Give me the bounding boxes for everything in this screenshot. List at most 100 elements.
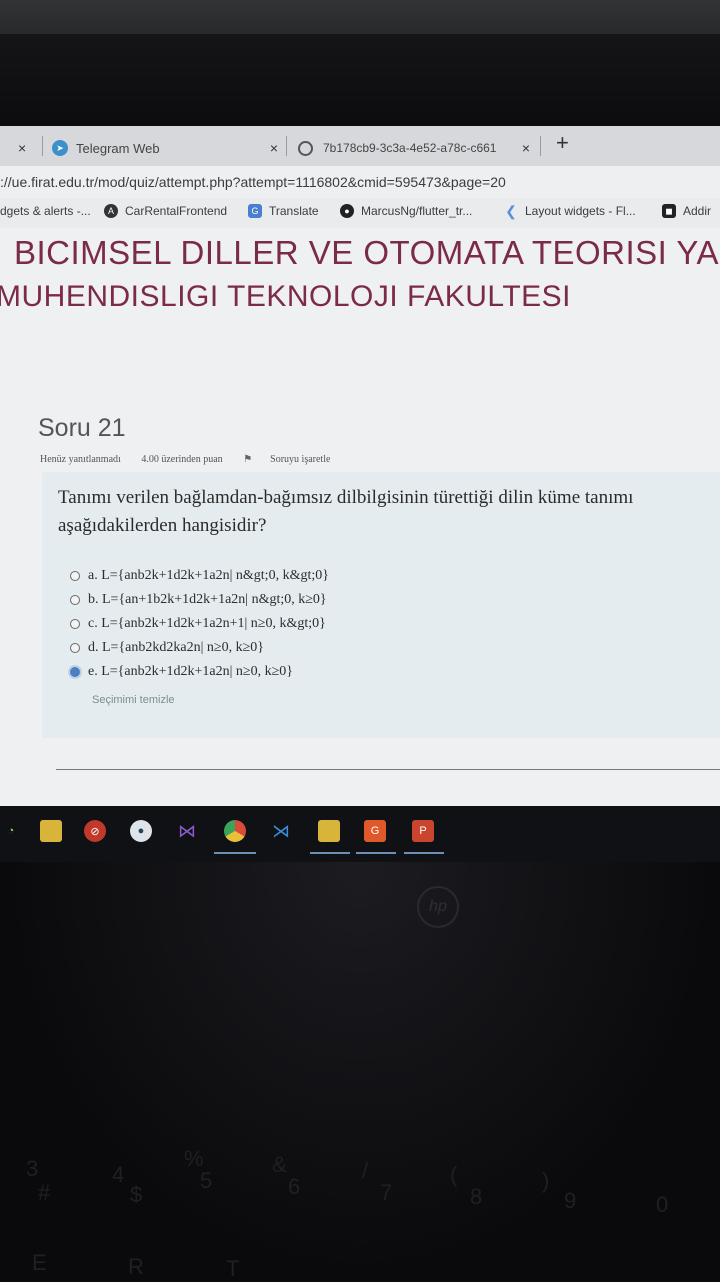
bookmarks-bar: dgets & alerts -... A CarRentalFrontend … bbox=[0, 198, 720, 229]
visual-studio-icon[interactable]: ⋈ bbox=[176, 820, 198, 842]
keyboard-key: 7 bbox=[380, 1180, 393, 1205]
radio-button-selected[interactable] bbox=[70, 667, 80, 677]
close-icon[interactable]: × bbox=[18, 140, 26, 156]
bookmark-item[interactable]: ❮ Layout widgets - Fl... bbox=[504, 202, 636, 219]
question-status: Henüz yanıtlanmadı bbox=[40, 454, 121, 465]
course-title-line1: BICIMSEL DILLER VE OTOMATA TEORISI YAZ bbox=[14, 234, 720, 271]
keyboard-key: 3 bbox=[26, 1156, 39, 1181]
keyboard-key: $ bbox=[130, 1182, 143, 1207]
keyboard-key: 9 bbox=[564, 1188, 577, 1213]
hp-logo: hp bbox=[417, 886, 459, 928]
file-explorer-icon[interactable] bbox=[318, 820, 340, 842]
divider bbox=[56, 769, 720, 770]
tab-divider bbox=[42, 136, 43, 156]
keyboard-key: / bbox=[362, 1158, 369, 1183]
vscode-icon[interactable]: ⋊ bbox=[270, 820, 292, 842]
tab-quiz[interactable]: 7b178cb9-3c3a-4e52-a78c-c661 × bbox=[298, 130, 530, 166]
active-app-indicator bbox=[214, 852, 256, 854]
bookmark-item[interactable]: G Translate bbox=[248, 204, 319, 218]
bookmark-item[interactable]: ● MarcusNg/flutter_tr... bbox=[340, 204, 472, 218]
keyboard-key: 5 bbox=[200, 1168, 213, 1193]
translate-icon: G bbox=[248, 204, 262, 218]
bookmark-item[interactable]: dgets & alerts -... bbox=[0, 204, 91, 218]
question-box: Tanımı verilen bağlamdan-bağımsız dilbil… bbox=[42, 472, 720, 738]
powerpoint-icon[interactable]: P bbox=[412, 820, 434, 842]
tab-telegram[interactable]: ➤ Telegram Web × bbox=[52, 130, 278, 166]
keyboard-key: ( bbox=[450, 1162, 458, 1187]
address-bar[interactable]: ://ue.firat.edu.tr/mod/quiz/attempt.php?… bbox=[0, 166, 720, 198]
answer-label: b. L={an+1b2k+1d2k+1a2n| n&gt;0, k≥0} bbox=[88, 592, 327, 607]
radio-button[interactable] bbox=[70, 595, 80, 605]
answer-label: d. L={anb2kd2ka2n| n≥0, k≥0} bbox=[88, 640, 264, 655]
active-app-indicator bbox=[310, 852, 350, 854]
laptop-bezel-top bbox=[0, 0, 720, 130]
keyboard-key: ) bbox=[542, 1168, 550, 1193]
bookmark-icon: ◼ bbox=[662, 204, 676, 218]
answer-label: c. L={anb2k+1d2k+1a2n+1| n≥0, k&gt;0} bbox=[88, 616, 326, 631]
course-title-line2: MUHENDISLIGI TEKNOLOJI FAKULTESI bbox=[0, 280, 572, 313]
new-tab-button[interactable]: + bbox=[556, 130, 569, 156]
question-points: 4.00 üzerinden puan bbox=[141, 454, 223, 465]
answer-option[interactable]: a. L={anb2k+1d2k+1a2n| n&gt;0, k&gt;0} bbox=[70, 568, 329, 584]
laptop-keyboard-area: hp 3 # 4 $ % 5 & 6 / 7 ( 8 ) 9 0 E R T bbox=[0, 862, 720, 1281]
globe-icon bbox=[298, 140, 313, 156]
keyboard-key: 6 bbox=[288, 1174, 301, 1199]
laptop-screen: × ➤ Telegram Web × 7b178cb9-3c3a-4e52-a7… bbox=[0, 126, 720, 826]
telegram-icon: ➤ bbox=[52, 140, 68, 156]
bookmark-item[interactable]: A CarRentalFrontend bbox=[104, 204, 227, 218]
chrome-icon[interactable] bbox=[224, 820, 246, 842]
flag-icon: ⚑ bbox=[243, 454, 253, 465]
keyboard-key: 0 bbox=[656, 1192, 669, 1217]
sticky-notes-icon[interactable] bbox=[40, 820, 62, 842]
opera-icon[interactable]: ⊘ bbox=[84, 820, 106, 842]
angular-icon: A bbox=[104, 204, 118, 218]
keyboard-key: T bbox=[226, 1256, 240, 1281]
close-icon[interactable]: × bbox=[270, 140, 278, 156]
bookmark-label: MarcusNg/flutter_tr... bbox=[361, 204, 473, 218]
browser-tab-bar: × ➤ Telegram Web × 7b178cb9-3c3a-4e52-a7… bbox=[0, 126, 720, 166]
bezel-highlight bbox=[0, 0, 720, 34]
tab-divider bbox=[286, 136, 287, 156]
answer-label: a. L={anb2k+1d2k+1a2n| n&gt;0, k&gt;0} bbox=[88, 568, 329, 583]
bookmark-label: dgets & alerts -... bbox=[0, 204, 91, 218]
clear-selection-link[interactable]: Seçimimi temizle bbox=[92, 694, 175, 706]
radio-button[interactable] bbox=[70, 643, 80, 653]
windows-taskbar: ◔ ⊘ ● ⋈ ⋊ G P bbox=[0, 806, 720, 862]
active-app-indicator bbox=[404, 852, 444, 854]
tab-quiz-label: 7b178cb9-3c3a-4e52-a78c-c661 bbox=[323, 141, 497, 155]
close-icon[interactable]: × bbox=[522, 140, 530, 156]
bookmark-item[interactable]: ◼ Addir bbox=[662, 204, 711, 218]
bookmark-label: Layout widgets - Fl... bbox=[525, 204, 636, 218]
tab-partial[interactable]: × bbox=[0, 130, 36, 166]
keyboard-key: 4 bbox=[112, 1162, 125, 1187]
github-icon: ● bbox=[340, 204, 354, 218]
question-text: Tanımı verilen bağlamdan-bağımsız dilbil… bbox=[58, 487, 634, 536]
keyboard-key: # bbox=[38, 1180, 51, 1205]
tab-telegram-label: Telegram Web bbox=[76, 140, 160, 156]
keyboard-key: & bbox=[272, 1152, 287, 1177]
question-info: Henüz yanıtlanmadı 4.00 üzerinden puan ⚑… bbox=[40, 454, 366, 465]
radio-button[interactable] bbox=[70, 571, 80, 581]
answer-label: e. L={anb2k+1d2k+1a2n| n≥0, k≥0} bbox=[88, 664, 293, 679]
answer-option[interactable]: d. L={anb2kd2ka2n| n≥0, k≥0} bbox=[70, 640, 264, 656]
radio-button[interactable] bbox=[70, 619, 80, 629]
bookmark-label: Translate bbox=[269, 204, 319, 218]
chat-icon[interactable]: ◔ bbox=[0, 820, 22, 842]
keyboard-key: 8 bbox=[470, 1184, 483, 1209]
answer-option[interactable]: b. L={an+1b2k+1d2k+1a2n| n&gt;0, k≥0} bbox=[70, 592, 327, 608]
active-app-indicator bbox=[356, 852, 396, 854]
tab-divider bbox=[540, 136, 541, 156]
keyboard-key: E bbox=[32, 1250, 47, 1275]
question-number: Soru 21 bbox=[38, 414, 126, 442]
bookmark-label: CarRentalFrontend bbox=[125, 204, 228, 218]
bookmark-label: Addir bbox=[683, 204, 712, 218]
answer-option-selected[interactable]: e. L={anb2k+1d2k+1a2n| n≥0, k≥0} bbox=[70, 664, 293, 680]
app-icon[interactable]: ● bbox=[130, 820, 152, 842]
app2-icon[interactable]: G bbox=[364, 820, 386, 842]
flag-question-link[interactable]: ⚑ Soruyu işaretle bbox=[243, 454, 348, 465]
answer-option[interactable]: c. L={anb2k+1d2k+1a2n+1| n≥0, k&gt;0} bbox=[70, 616, 326, 632]
flutter-icon: ❮ bbox=[505, 202, 517, 219]
flag-question-label: Soruyu işaretle bbox=[270, 454, 331, 465]
keyboard-key: R bbox=[128, 1254, 144, 1279]
quiz-page: BICIMSEL DILLER VE OTOMATA TEORISI YAZ M… bbox=[0, 228, 720, 826]
